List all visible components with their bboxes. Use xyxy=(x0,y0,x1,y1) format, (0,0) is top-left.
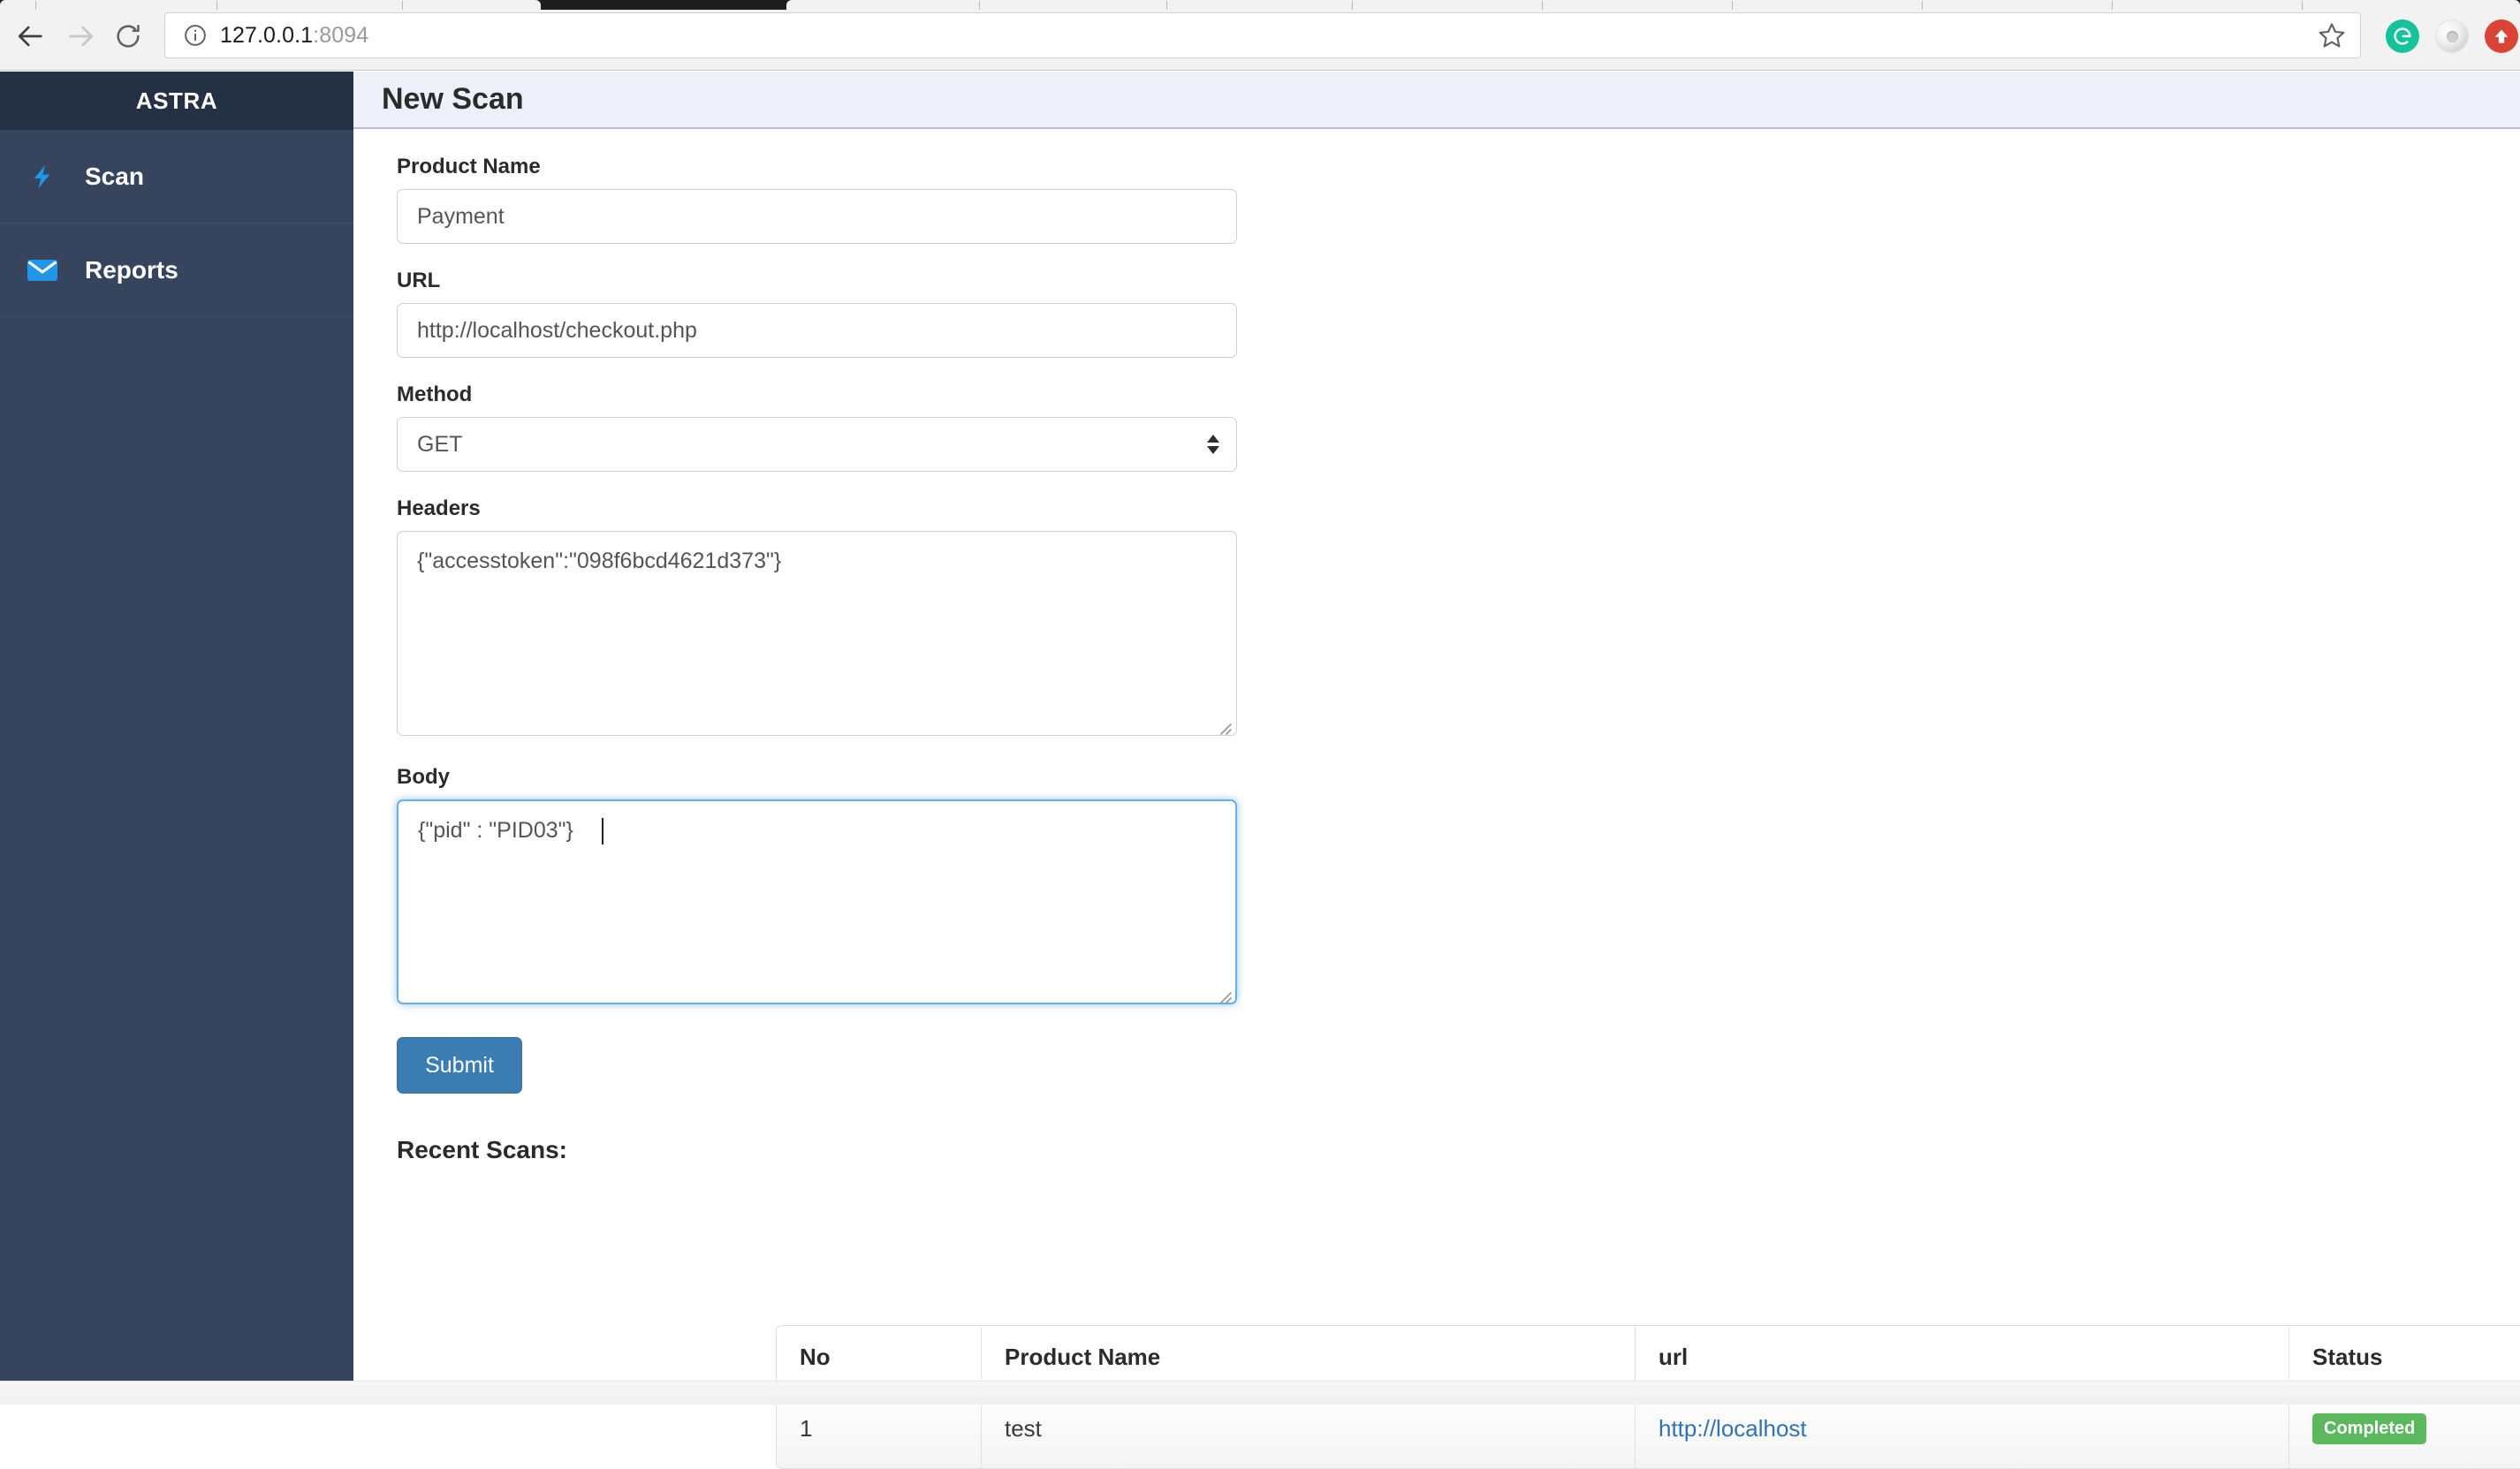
uploader-extension-icon[interactable] xyxy=(2485,19,2518,53)
sidebar-item-reports[interactable]: Reports xyxy=(0,223,353,317)
brand-title: ASTRA xyxy=(135,87,218,114)
reload-icon xyxy=(117,25,140,48)
ghost-inner-circle xyxy=(2446,30,2458,42)
product-name-label: Product Name xyxy=(397,155,541,178)
info-circle-icon[interactable] xyxy=(183,23,208,48)
brand-header: ASTRA xyxy=(0,72,353,130)
submit-button[interactable]: Submit xyxy=(397,1037,522,1094)
ghost-extension-icon[interactable] xyxy=(2435,19,2469,53)
forward-button[interactable] xyxy=(64,19,97,53)
address-host: 127.0.0.1 xyxy=(220,22,314,48)
tab-divider xyxy=(35,1,36,10)
tab-divider xyxy=(1542,1,1543,10)
tab-divider xyxy=(1922,1,1923,10)
arrow-right-icon xyxy=(69,26,94,47)
url-input[interactable] xyxy=(397,303,1237,358)
scan-url-link[interactable]: http://localhost xyxy=(1658,1415,1807,1442)
address-port: :8094 xyxy=(313,22,369,48)
tab-inactive-group-left[interactable] xyxy=(0,0,541,10)
tab-divider xyxy=(1732,1,1733,10)
table-header-row: No Product Name url Status xyxy=(777,1326,2520,1389)
method-select-wrapper[interactable]: GET xyxy=(397,417,1237,472)
headers-textarea[interactable] xyxy=(397,531,1237,736)
sidebar: ASTRA Scan Reports xyxy=(0,72,353,1381)
url-label: URL xyxy=(397,269,441,292)
status-badge: Completed xyxy=(2312,1413,2427,1444)
star-icon[interactable] xyxy=(2318,21,2346,49)
tab-strip xyxy=(0,0,2520,10)
tab-inactive-group-right[interactable] xyxy=(786,0,2520,10)
tab-divider xyxy=(1166,1,1167,10)
column-header-status: Status xyxy=(2289,1326,2520,1389)
sidebar-item-scan[interactable]: Scan xyxy=(0,130,353,223)
window-bottom-edge xyxy=(0,1381,2520,1405)
body-textarea-wrapper xyxy=(397,799,1237,1009)
tab-divider xyxy=(402,1,403,10)
new-scan-form: Product Name URL Method GET Headers xyxy=(397,155,1237,1164)
method-select-value: GET xyxy=(417,431,463,457)
main-content: New Scan Product Name URL Method GET xyxy=(353,72,2520,1469)
arrow-left-icon xyxy=(18,26,42,47)
browser-chrome: 127.0.0.1:8094 xyxy=(0,0,2520,71)
tab-divider xyxy=(1352,1,1353,10)
chevron-up-icon xyxy=(1207,435,1219,443)
page-header: New Scan xyxy=(353,72,2520,129)
sidebar-item-label: Reports xyxy=(85,255,178,284)
application-viewport: ASTRA Scan Reports New Scan Product Name… xyxy=(0,72,2520,1469)
headers-label: Headers xyxy=(397,496,481,520)
page-title: New Scan xyxy=(382,82,524,116)
column-header-product-name: Product Name xyxy=(982,1326,1636,1389)
recent-scans-heading: Recent Scans: xyxy=(397,1136,567,1163)
lightning-bolt-icon xyxy=(0,162,85,192)
chevron-down-icon xyxy=(1207,446,1219,454)
envelope-icon xyxy=(0,258,85,283)
method-label: Method xyxy=(397,382,473,406)
column-header-no: No xyxy=(777,1326,982,1389)
body-label: Body xyxy=(397,765,450,789)
grammarly-extension-icon[interactable] xyxy=(2386,19,2419,53)
table-head: No Product Name url Status xyxy=(777,1326,2520,1389)
method-select[interactable]: GET xyxy=(397,417,1237,472)
tab-divider xyxy=(2112,1,2113,10)
sidebar-item-label: Scan xyxy=(85,162,144,190)
tab-divider xyxy=(979,1,980,10)
stepper-arrows-icon[interactable] xyxy=(1207,435,1219,454)
text-caret xyxy=(602,818,603,844)
body-textarea[interactable] xyxy=(397,799,1237,1004)
back-button[interactable] xyxy=(14,19,48,53)
address-bar[interactable]: 127.0.0.1:8094 xyxy=(164,12,2361,58)
headers-textarea-wrapper xyxy=(397,531,1237,740)
tab-divider xyxy=(2302,1,2303,10)
address-bar-text: 127.0.0.1:8094 xyxy=(220,23,368,49)
reload-button[interactable] xyxy=(111,19,145,53)
tab-divider xyxy=(216,1,217,10)
product-name-input[interactable] xyxy=(397,189,1237,244)
column-header-url: url xyxy=(1636,1326,2289,1389)
